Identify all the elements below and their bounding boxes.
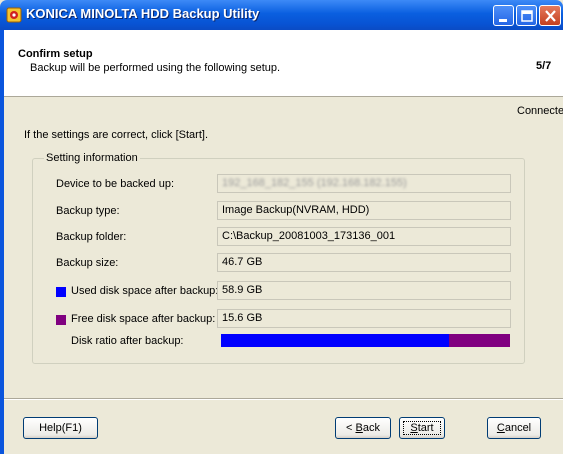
cancel-button[interactable]: Cancel (487, 417, 541, 439)
footer-divider (4, 398, 563, 400)
app-icon (6, 7, 22, 23)
disk-ratio-bar (221, 334, 510, 347)
back-rest: ack (362, 422, 380, 434)
device-value: 192_168_182_155 (192.168.182.155) (222, 177, 407, 189)
used-space-field: 58.9 GB (217, 281, 511, 300)
maximize-button[interactable] (516, 5, 537, 26)
maximize-icon (521, 10, 533, 22)
focus-rect (403, 421, 441, 435)
backup-type-label: Backup type: (56, 205, 120, 217)
wizard-window: KONICA MINOLTA HDD Backup Utility Confir… (0, 0, 563, 454)
device-label: Device to be backed up: (56, 178, 175, 190)
back-prefix: < (346, 422, 356, 434)
disk-ratio-label: Disk ratio after backup: (71, 335, 184, 347)
step-counter: 5/7 (536, 60, 552, 72)
backup-size-label: Backup size: (56, 257, 119, 269)
close-icon (545, 10, 556, 22)
instruction-text: If the settings are correct, click [Star… (24, 129, 209, 141)
backup-size-field: 46.7 GB (217, 253, 511, 272)
backup-folder-field: C:\Backup_20081003_173136_001 (217, 227, 511, 246)
backup-type-field: Image Backup(NVRAM, HDD) (217, 201, 511, 220)
used-space-label: Used disk space after backup: (71, 285, 219, 297)
cancel-rest: ancel (504, 422, 532, 434)
wizard-header: Confirm setup Backup will be performed u… (4, 30, 563, 97)
connection-status: Connected (517, 105, 563, 117)
title-bar[interactable]: KONICA MINOLTA HDD Backup Utility (0, 0, 563, 30)
cancel-accel: C (496, 422, 505, 434)
page-title: Confirm setup (18, 48, 93, 60)
help-button[interactable]: Help(F1) (23, 417, 98, 439)
start-button[interactable]: Start (399, 417, 445, 439)
free-space-label: Free disk space after backup: (71, 313, 216, 325)
free-space-swatch (56, 315, 66, 325)
page-subtitle: Backup will be performed using the follo… (30, 62, 281, 74)
device-field: 192_168_182_155 (192.168.182.155) (217, 174, 511, 193)
back-accel: B (355, 422, 363, 434)
used-space-swatch (56, 287, 66, 297)
disk-ratio-used (221, 334, 450, 347)
free-space-field: 15.6 GB (217, 309, 511, 328)
window-title: KONICA MINOLTA HDD Backup Utility (26, 6, 260, 21)
minimize-icon (499, 19, 507, 22)
backup-folder-label: Backup folder: (56, 231, 127, 243)
minimize-button[interactable] (493, 5, 514, 26)
disk-ratio-free (449, 334, 510, 347)
close-button[interactable] (539, 5, 561, 26)
group-label: Setting information (44, 152, 140, 164)
back-button[interactable]: < Back (335, 417, 391, 439)
